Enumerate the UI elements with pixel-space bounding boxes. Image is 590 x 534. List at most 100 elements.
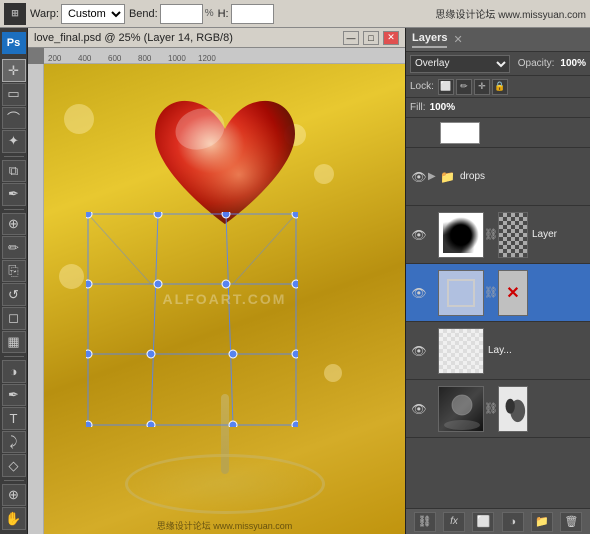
tool-lasso[interactable]: ⌒ — [2, 107, 26, 130]
tool-zoom[interactable]: ⊕ — [2, 484, 26, 507]
layers-panel: Layers ✕ Overlay Opacity: 100% Lock: ⬜ ✏… — [405, 28, 590, 534]
lock-position[interactable]: ✛ — [474, 79, 490, 95]
water-splash — [125, 454, 325, 514]
tick-200: 200 — [48, 54, 78, 63]
window-minimize[interactable]: — — [343, 31, 359, 45]
tool-separator-1 — [4, 156, 24, 157]
tool-dodge[interactable]: ◑ — [2, 360, 26, 383]
bend-control: Bend: 0.0 % — [129, 4, 214, 24]
lock-transparent[interactable]: ⬜ — [438, 79, 454, 95]
tool-history[interactable]: ↺ — [2, 283, 26, 306]
bokeh-4 — [324, 364, 342, 382]
tool-separator-3 — [4, 356, 24, 357]
layer-eye-drops[interactable]: 👁 — [410, 168, 428, 186]
tool-magic-wand[interactable]: ✦ — [2, 130, 26, 153]
layer-fx-btn[interactable]: fx — [443, 512, 465, 532]
lock-label: Lock: — [410, 81, 434, 92]
warp-control: Warp: Custom — [30, 4, 125, 24]
warp-label: Warp: — [30, 8, 59, 20]
layer-chain-14: ⛓ — [484, 286, 496, 299]
layer-mask-bottom — [498, 386, 528, 432]
layer-eye-lay[interactable]: 👁 — [410, 342, 428, 360]
ps-logo-small: ⊞ — [4, 3, 26, 25]
ps-logo: Ps — [2, 32, 26, 54]
layer-row-1[interactable]: 👁 ⛓ Layer — [406, 206, 590, 264]
layer-eye-14[interactable]: 👁 — [410, 284, 428, 302]
layer-mask-btn[interactable]: ⬜ — [472, 512, 494, 532]
fill-value: 100% — [430, 102, 456, 113]
tick-1200: 1200 — [198, 54, 228, 63]
tick-400: 400 — [78, 54, 108, 63]
canvas-title: love_final.psd @ 25% (Layer 14, RGB/8) — [34, 32, 339, 44]
window-close[interactable]: ✕ — [383, 31, 399, 45]
layer-name-1: Layer — [532, 229, 586, 240]
layer-name-lay: Lay... — [488, 345, 586, 356]
tool-shape[interactable]: ◇ — [2, 454, 26, 477]
lock-icons: ⬜ ✏ ✛ 🔒 — [438, 79, 508, 95]
blend-mode-select[interactable]: Overlay — [410, 55, 510, 73]
tool-move[interactable]: ✛ — [2, 59, 26, 82]
white-swatch-row — [406, 118, 590, 148]
layer-trash-btn[interactable]: 🗑 — [560, 512, 582, 532]
layer-link-btn[interactable]: ⛓ — [414, 512, 436, 532]
tick-800: 800 — [138, 54, 168, 63]
tool-hand[interactable]: ✋ — [2, 507, 26, 530]
canvas-content[interactable]: ALFOART.COM 思缘设计论坛 www.missyuan.com — [44, 64, 405, 534]
photo-heart — [145, 79, 305, 249]
layers-title-bar: Layers ✕ — [406, 28, 590, 52]
warp-mode-select[interactable]: Custom — [61, 4, 125, 24]
layers-tab[interactable]: Layers — [412, 32, 447, 48]
tool-eraser[interactable]: ◻ — [2, 307, 26, 330]
layer-adjustment-btn[interactable]: ◑ — [502, 512, 524, 532]
layer-row-14[interactable]: 👁 ⛓ ✕ — [406, 264, 590, 322]
main-area: Ps ✛ ▭ ⌒ ✦ ⧉ ✒ ⊕ ✏ ⎘ ↺ ◻ ▦ ◑ ✒ T ⤸ ◇ ⊕ ✋… — [0, 28, 590, 534]
layer-arrow-drops[interactable]: ▶ — [428, 171, 440, 182]
lock-all[interactable]: 🔒 — [492, 79, 508, 95]
layer-name-drops: drops — [460, 171, 586, 182]
tool-path-select[interactable]: ⤸ — [2, 431, 26, 454]
layer-row-drops[interactable]: 👁 ▶ 📁 drops — [406, 148, 590, 206]
opacity-value-blend: 100% — [560, 58, 586, 69]
bokeh-1 — [64, 104, 94, 134]
ruler-ticks: 200 400 600 800 1000 1200 — [44, 48, 405, 63]
layer-eye-bottom[interactable]: 👁 — [410, 400, 428, 418]
layer-chain-bottom: ⛓ — [484, 402, 496, 415]
tool-gradient[interactable]: ▦ — [2, 331, 26, 354]
bend-input[interactable]: 0.0 — [164, 8, 199, 20]
layer-thumb-14 — [438, 270, 484, 316]
h-input[interactable]: 0.0 — [235, 8, 270, 20]
bokeh-3 — [59, 264, 84, 289]
h-label: H: — [218, 8, 229, 20]
tool-eyedropper[interactable]: ✒ — [2, 183, 26, 206]
tick-600: 600 — [108, 54, 138, 63]
layer-mask-x: ✕ — [506, 283, 519, 303]
layer-folder-btn[interactable]: 📁 — [531, 512, 553, 532]
tool-clone[interactable]: ⎘ — [2, 260, 26, 283]
layer-row-lay[interactable]: 👁 Lay... — [406, 322, 590, 380]
window-maximize[interactable]: □ — [363, 31, 379, 45]
top-toolbar: ⊞ Warp: Custom Bend: 0.0 % H: 0.0 思缘设计论坛… — [0, 0, 590, 28]
heart-svg — [145, 79, 305, 249]
canvas-title-bar: love_final.psd @ 25% (Layer 14, RGB/8) —… — [28, 28, 405, 48]
layer-eye-1[interactable]: 👁 — [410, 226, 428, 244]
layer-row-bottom[interactable]: 👁 ⛓ — [406, 380, 590, 438]
bokeh-2 — [314, 164, 334, 184]
lock-image[interactable]: ✏ — [456, 79, 472, 95]
mask-cow-svg — [499, 386, 527, 432]
tick-1000: 1000 — [168, 54, 198, 63]
tool-select-rect[interactable]: ▭ — [2, 83, 26, 106]
tool-type[interactable]: T — [2, 407, 26, 430]
tool-pen[interactable]: ✒ — [2, 384, 26, 407]
layer-thumb-svg — [439, 387, 484, 432]
layer-thumb-bottom — [438, 386, 484, 432]
ruler-vertical — [28, 64, 44, 534]
layers-close-btn[interactable]: ✕ — [453, 33, 462, 46]
h-control: H: 0.0 — [218, 4, 274, 24]
tool-brush[interactable]: ✏ — [2, 236, 26, 259]
tool-heal[interactable]: ⊕ — [2, 213, 26, 236]
layers-list: 👁 ▶ 📁 drops 👁 ⛓ Layer 👁 ⛓ — [406, 148, 590, 508]
tool-crop[interactable]: ⧉ — [2, 160, 26, 183]
layer-chain-1: ⛓ — [484, 228, 496, 241]
tools-panel: Ps ✛ ▭ ⌒ ✦ ⧉ ✒ ⊕ ✏ ⎘ ↺ ◻ ▦ ◑ ✒ T ⤸ ◇ ⊕ ✋ — [0, 28, 28, 534]
bend-label: Bend: — [129, 8, 158, 20]
